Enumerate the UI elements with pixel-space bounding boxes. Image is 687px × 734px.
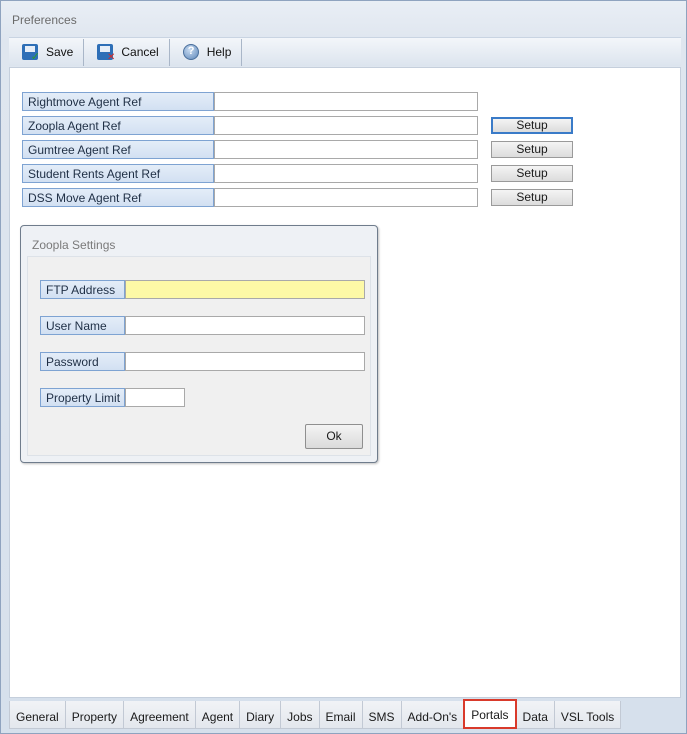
cancel-label: Cancel — [121, 45, 159, 59]
cancel-icon — [97, 44, 115, 63]
tab-jobs[interactable]: Jobs — [280, 701, 320, 729]
save-icon — [22, 44, 40, 63]
help-label: Help — [206, 45, 232, 59]
tab-email[interactable]: Email — [318, 701, 363, 729]
gumtree-agent-ref-input[interactable] — [214, 140, 478, 159]
zoopla-agent-ref-input[interactable] — [214, 116, 478, 135]
tab-data[interactable]: Data — [515, 701, 555, 729]
user-name-label: User Name — [40, 316, 125, 335]
ok-button[interactable]: Ok — [305, 424, 363, 449]
gumtree-agent-ref-label: Gumtree Agent Ref — [22, 140, 214, 159]
window-title: Preferences — [12, 13, 77, 27]
portals-panel: Rightmove Agent Ref Zoopla Agent Ref Set… — [9, 67, 681, 698]
tab-agreement[interactable]: Agreement — [123, 701, 196, 729]
password-label: Password — [40, 352, 125, 371]
tab-agent[interactable]: Agent — [194, 701, 241, 729]
toolbar: Save Cancel Help — [9, 37, 681, 66]
ftp-address-label: FTP Address — [40, 280, 125, 299]
tab-add-ons[interactable]: Add-On's — [400, 701, 465, 729]
tab-portals[interactable]: Portals — [463, 699, 517, 729]
user-name-input[interactable] — [125, 316, 365, 335]
dialog-body: FTP Address User Name Password Property … — [27, 256, 371, 456]
property-limit-input[interactable] — [125, 388, 185, 407]
dss-move-agent-ref-input[interactable] — [214, 188, 478, 207]
preferences-window: Preferences Save Cancel Help Rightmove A… — [0, 0, 687, 734]
student-rents-setup-button[interactable]: Setup — [491, 165, 573, 182]
help-button[interactable]: Help — [170, 38, 243, 66]
student-rents-agent-ref-label: Student Rents Agent Ref — [22, 164, 214, 183]
dss-move-setup-button[interactable]: Setup — [491, 189, 573, 206]
zoopla-settings-dialog: Zoopla Settings FTP Address User Name Pa… — [20, 225, 378, 463]
tab-diary[interactable]: Diary — [239, 701, 282, 729]
tab-property[interactable]: Property — [64, 701, 125, 729]
password-input[interactable] — [125, 352, 365, 371]
tab-sms[interactable]: SMS — [361, 701, 402, 729]
preferences-tab-strip: General Property Agreement Agent Diary J… — [9, 699, 622, 729]
gumtree-setup-button[interactable]: Setup — [491, 141, 573, 158]
tab-general[interactable]: General — [9, 701, 66, 729]
dialog-title: Zoopla Settings — [32, 238, 116, 252]
property-limit-label: Property Limit — [40, 388, 125, 407]
ftp-address-input[interactable] — [125, 280, 365, 299]
tab-vsl-tools[interactable]: VSL Tools — [553, 701, 622, 729]
rightmove-agent-ref-input[interactable] — [214, 92, 478, 111]
student-rents-agent-ref-input[interactable] — [214, 164, 478, 183]
save-button[interactable]: Save — [9, 38, 85, 66]
cancel-button[interactable]: Cancel — [84, 38, 170, 66]
save-label: Save — [46, 45, 74, 59]
zoopla-setup-button[interactable]: Setup — [491, 117, 573, 134]
dss-move-agent-ref-label: DSS Move Agent Ref — [22, 188, 214, 207]
help-icon — [182, 44, 199, 60]
rightmove-agent-ref-label: Rightmove Agent Ref — [22, 92, 214, 111]
zoopla-agent-ref-label: Zoopla Agent Ref — [22, 116, 214, 135]
